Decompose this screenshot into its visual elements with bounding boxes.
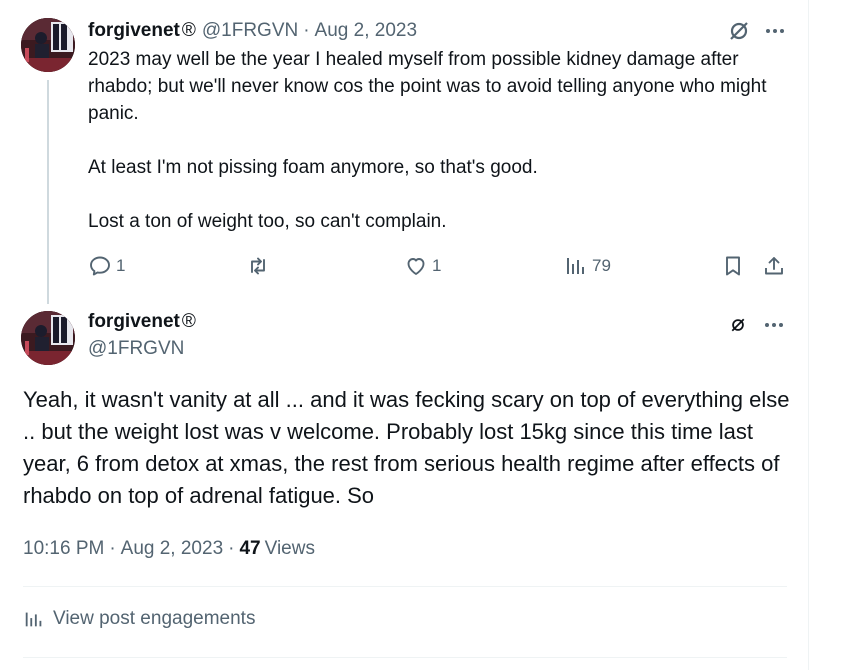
handle[interactable]: @1FRGVN xyxy=(88,338,184,360)
retweet-button[interactable] xyxy=(246,252,274,280)
divider xyxy=(23,657,787,658)
view-engagements-link[interactable]: View post engagements xyxy=(23,608,255,630)
views-icon xyxy=(567,258,584,274)
thread-line xyxy=(47,80,49,304)
reply-count: 1 xyxy=(116,256,126,275)
avatar[interactable] xyxy=(21,311,75,365)
avatar-image xyxy=(21,311,75,365)
reply-icon xyxy=(90,256,110,276)
share-button[interactable] xyxy=(762,252,786,280)
handle[interactable]: @1FRGVN xyxy=(202,20,298,42)
tweet-actions: 1 1 79 xyxy=(88,252,788,280)
registered-badge: ® xyxy=(181,20,196,41)
like-button[interactable]: 1 xyxy=(404,252,441,280)
views-button[interactable]: 79 xyxy=(564,252,611,280)
like-count: 1 xyxy=(432,256,442,275)
view-engagements-label: View post engagements xyxy=(53,608,256,629)
share-icon xyxy=(765,257,783,275)
tweet-header: forgivenet ® @1FRGVN · Aug 2, 2023 xyxy=(88,18,417,44)
separator: · xyxy=(109,538,116,559)
post-date[interactable]: Aug 2, 2023 xyxy=(315,20,417,42)
views-label: Views xyxy=(264,538,315,559)
tweet-header-icons xyxy=(728,20,786,42)
avatar[interactable] xyxy=(21,18,75,72)
separator: · xyxy=(228,538,235,559)
more-icon[interactable] xyxy=(764,20,786,42)
display-name[interactable]: forgivenet xyxy=(88,311,180,333)
grok-icon[interactable] xyxy=(729,316,747,334)
bookmark-button[interactable] xyxy=(721,252,745,280)
tweet-text: Yeah, it wasn't vanity at all ... and it… xyxy=(23,387,790,508)
post-time[interactable]: 10:16 PM xyxy=(23,538,104,560)
post-date[interactable]: Aug 2, 2023 xyxy=(121,538,223,560)
avatar-image xyxy=(21,18,75,72)
tweet-paragraph: 2023 may well be the year I healed mysel… xyxy=(88,49,767,124)
divider xyxy=(23,586,787,587)
grok-icon[interactable] xyxy=(728,20,750,42)
analytics-icon xyxy=(25,612,42,627)
retweet-icon xyxy=(251,257,265,275)
tweet-text: 2023 may well be the year I healed mysel… xyxy=(88,46,788,235)
registered-badge: ® xyxy=(181,311,196,332)
views-count: 47 xyxy=(239,538,261,559)
bookmark-icon xyxy=(726,256,740,276)
tweet-header: forgivenet ® xyxy=(88,311,196,333)
column-border xyxy=(808,0,809,670)
tweet-header-icons xyxy=(729,314,785,336)
display-name[interactable]: forgivenet xyxy=(88,20,180,42)
view-count: 79 xyxy=(592,256,611,275)
separator: · xyxy=(303,20,310,41)
like-icon xyxy=(407,258,425,275)
tweet-paragraph: At least I'm not pissing foam anymore, s… xyxy=(88,157,538,178)
tweet-meta: 10:16 PM · Aug 2, 2023 · 47 Views xyxy=(23,538,315,560)
reply-button[interactable]: 1 xyxy=(88,252,125,280)
more-icon[interactable] xyxy=(763,314,785,336)
tweet-paragraph: Lost a ton of weight too, so can't compl… xyxy=(88,211,447,232)
